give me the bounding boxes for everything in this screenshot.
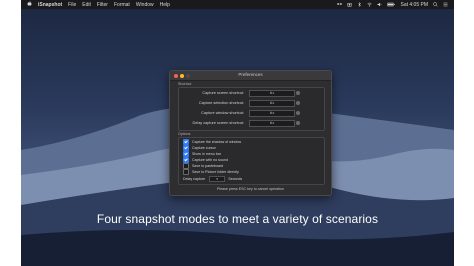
checkbox[interactable] — [183, 150, 189, 157]
clear-icon[interactable] — [296, 121, 300, 125]
status-area: Sat 4:05 PM — [337, 0, 448, 9]
shortcut-row: Capture selection shortcut: ⌘2 — [179, 100, 324, 107]
shortcut-box: Capture screen shortcut: ⌘1 Capture sele… — [178, 87, 325, 131]
search-icon[interactable] — [433, 2, 438, 7]
option-picture-folder[interactable]: Save to Picture folder directly — [183, 168, 239, 175]
shortcut-recorder[interactable]: ⌘2 — [249, 100, 295, 107]
checkbox[interactable] — [183, 144, 189, 151]
menu-app-name[interactable]: iSnapshot — [38, 2, 62, 8]
menu-help[interactable]: Help — [160, 2, 170, 8]
option-shadow[interactable]: Capture the shadow of window — [183, 138, 241, 145]
shortcut-row: Capture window shortcut: ⌘3 — [179, 110, 324, 117]
shortcut-label: Capture screen shortcut: — [202, 91, 244, 95]
shortcut-recorder[interactable]: ⌘1 — [249, 90, 295, 97]
menu-window[interactable]: Window — [136, 2, 154, 8]
clear-icon[interactable] — [296, 91, 300, 95]
menu-edit[interactable]: Edit — [82, 2, 91, 8]
camera-icon[interactable] — [347, 2, 353, 7]
options-section-label: Options — [178, 132, 191, 136]
checkbox[interactable] — [183, 168, 189, 175]
menu-format[interactable]: Format — [114, 2, 130, 8]
bluetooth-icon[interactable] — [357, 2, 362, 7]
volume-icon[interactable] — [377, 2, 382, 7]
list-icon[interactable] — [443, 2, 448, 7]
preferences-window: Preferences Shortcut Capture screen shor… — [169, 70, 332, 196]
desktop: iSnapshot File Edit Filter Format Window… — [21, 0, 454, 266]
delay-unit: Seconds — [228, 177, 243, 181]
menu-file[interactable]: File — [68, 2, 76, 8]
shortcut-recorder[interactable]: ⌘4 — [249, 120, 295, 127]
shortcut-section-label: Shortcut — [178, 82, 192, 86]
checkbox[interactable] — [183, 156, 189, 163]
menu-filter[interactable]: Filter — [97, 2, 108, 8]
window-titlebar[interactable]: Preferences — [170, 71, 331, 81]
delay-stepper[interactable]: 5 — [209, 176, 226, 182]
battery-icon[interactable] — [387, 2, 396, 7]
menu-bar: iSnapshot File Edit Filter Format Window… — [21, 0, 454, 9]
shortcut-label: Delay capture screen shortcut: — [192, 121, 245, 125]
delay-capture-row: Delay capture 5 Seconds — [183, 176, 242, 182]
menu-clock[interactable]: Sat 4:05 PM — [400, 2, 428, 8]
clear-icon[interactable] — [296, 101, 300, 105]
checkbox[interactable] — [183, 162, 189, 169]
footer-hint: Please press ESC key to cancel operation — [216, 187, 285, 191]
dropbox-icon[interactable] — [337, 2, 343, 7]
window-title: Preferences — [238, 72, 263, 77]
checkbox[interactable] — [183, 138, 189, 145]
wifi-icon[interactable] — [367, 2, 373, 7]
option-menubar[interactable]: Show in menu bar — [183, 150, 221, 157]
options-box: Capture the shadow of window Capture cur… — [178, 137, 325, 185]
shortcut-label: Capture selection shortcut: — [198, 101, 244, 105]
shortcut-row: Capture screen shortcut: ⌘1 — [179, 90, 324, 97]
delay-label: Delay capture — [183, 177, 206, 181]
shortcut-label: Capture window shortcut: — [201, 111, 244, 115]
shortcut-row: Delay capture screen shortcut: ⌘4 — [179, 120, 324, 127]
apple-icon[interactable] — [27, 1, 32, 8]
video-caption: Four snapshot modes to meet a variety of… — [96, 212, 379, 226]
option-pasteboard[interactable]: Save to pasteboard — [183, 162, 223, 169]
clear-icon[interactable] — [296, 111, 300, 115]
shortcut-recorder[interactable]: ⌘3 — [249, 110, 295, 117]
option-cursor[interactable]: Capture cursor — [183, 144, 216, 151]
option-no-sound[interactable]: Capture with no sound — [183, 156, 228, 163]
